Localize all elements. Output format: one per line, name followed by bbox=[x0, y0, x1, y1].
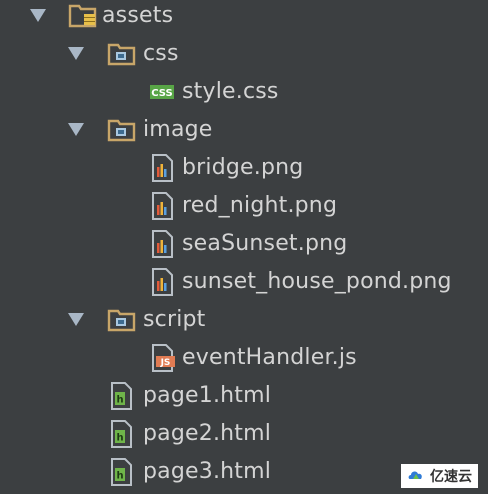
image-file-icon bbox=[148, 153, 178, 183]
project-tree: assets css CSS style.css image bridge.pn… bbox=[0, 0, 488, 494]
html-file-icon: h bbox=[107, 381, 137, 411]
svg-text:CSS: CSS bbox=[151, 88, 172, 99]
node-label: page2.html bbox=[143, 421, 272, 446]
tree-node-script[interactable]: script bbox=[0, 302, 488, 340]
tree-node-style-css[interactable]: CSS style.css bbox=[0, 74, 488, 112]
expand-arrow-icon[interactable] bbox=[68, 123, 84, 136]
package-folder-icon bbox=[107, 305, 137, 335]
svg-text:JS: JS bbox=[160, 358, 171, 368]
node-label: page3.html bbox=[143, 459, 272, 484]
svg-text:h: h bbox=[116, 433, 123, 444]
node-label: assets bbox=[102, 3, 174, 28]
node-label: css bbox=[143, 41, 179, 66]
cloud-logo-icon bbox=[407, 467, 425, 485]
node-label: bridge.png bbox=[182, 155, 304, 180]
html-file-icon: h bbox=[107, 457, 137, 487]
tree-node-sunset-house-pond-png[interactable]: sunset_house_pond.png bbox=[0, 264, 488, 302]
css-file-icon: CSS bbox=[148, 77, 178, 107]
html-file-icon: h bbox=[107, 419, 137, 449]
expand-arrow-icon[interactable] bbox=[30, 9, 46, 22]
tree-node-red-night-png[interactable]: red_night.png bbox=[0, 188, 488, 226]
tree-node-page2-html[interactable]: h page2.html bbox=[0, 416, 488, 454]
tree-node-css[interactable]: css bbox=[0, 36, 488, 74]
node-label: page1.html bbox=[143, 383, 272, 408]
node-label: script bbox=[143, 307, 206, 332]
js-file-icon: JS bbox=[148, 343, 178, 373]
expand-arrow-icon[interactable] bbox=[68, 313, 84, 326]
tree-node-page1-html[interactable]: h page1.html bbox=[0, 378, 488, 416]
image-file-icon bbox=[148, 191, 178, 221]
tree-node-image[interactable]: image bbox=[0, 112, 488, 150]
node-label: image bbox=[143, 117, 213, 142]
node-label: red_night.png bbox=[182, 193, 338, 218]
node-label: sunset_house_pond.png bbox=[182, 269, 452, 294]
expand-arrow-icon[interactable] bbox=[68, 47, 84, 60]
svg-text:h: h bbox=[116, 395, 123, 406]
watermark-text: 亿速云 bbox=[430, 469, 472, 485]
tree-node-seasunset-png[interactable]: seaSunset.png bbox=[0, 226, 488, 264]
svg-text:h: h bbox=[116, 471, 123, 482]
watermark: 亿速云 bbox=[401, 464, 478, 488]
tree-node-assets[interactable]: assets bbox=[0, 0, 488, 36]
node-label: eventHandler.js bbox=[182, 345, 357, 370]
resource-folder-icon bbox=[68, 1, 98, 31]
node-label: seaSunset.png bbox=[182, 231, 348, 256]
node-label: style.css bbox=[182, 79, 279, 104]
image-file-icon bbox=[148, 229, 178, 259]
image-file-icon bbox=[148, 267, 178, 297]
tree-node-eventhandler-js[interactable]: JS eventHandler.js bbox=[0, 340, 488, 378]
tree-node-bridge-png[interactable]: bridge.png bbox=[0, 150, 488, 188]
package-folder-icon bbox=[107, 115, 137, 145]
package-folder-icon bbox=[107, 39, 137, 69]
